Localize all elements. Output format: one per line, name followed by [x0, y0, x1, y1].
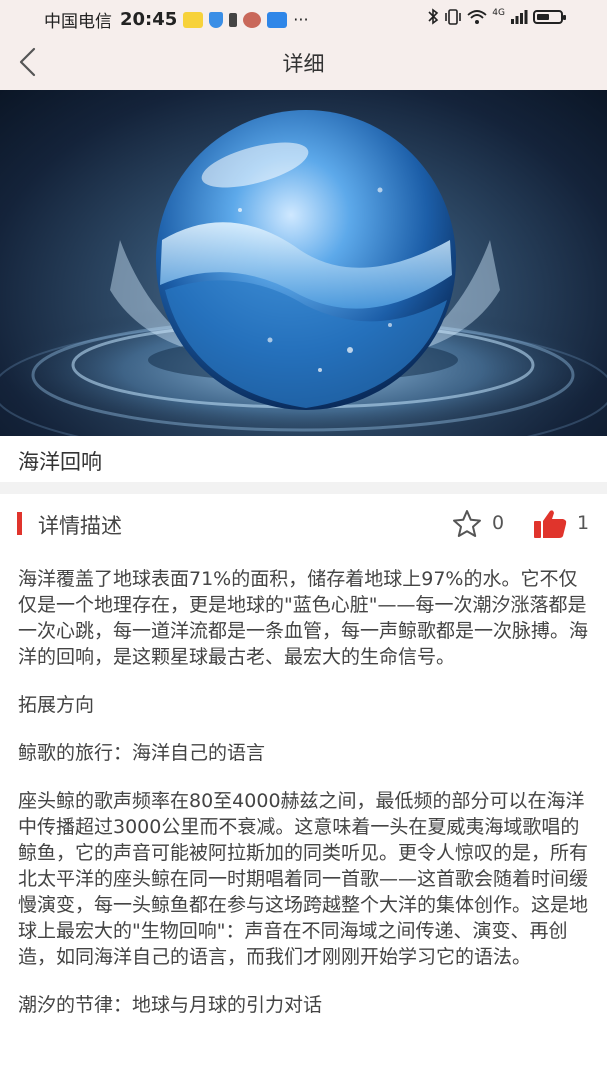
more-notifications-icon: ···	[293, 10, 309, 29]
favorite-star-icon[interactable]	[451, 508, 483, 540]
battery-icon	[533, 9, 566, 24]
clock: 20:45	[120, 9, 178, 30]
page-title: 详细	[282, 52, 325, 76]
water-sphere-illustration	[0, 110, 607, 436]
wifi-icon	[467, 9, 487, 24]
status-bar: 中国电信 20:45 ··· 4G	[0, 0, 607, 34]
shield-icon	[209, 11, 224, 28]
details-section-header: 详情描述 0 1	[0, 500, 607, 546]
network-type-label: 4G	[492, 7, 505, 18]
battery-alert-icon	[229, 12, 238, 27]
section-title: 详情描述	[38, 514, 122, 538]
section-accent-bar	[17, 512, 22, 535]
bluetooth-icon	[428, 8, 439, 25]
paragraph: 海洋覆盖了地球表面71%的面积，储存着地球上97%的水。它不仅仅是一个地理存在，…	[18, 568, 589, 668]
favorite-count: 0	[492, 512, 505, 534]
carrier-label: 中国电信	[44, 12, 112, 32]
description-content: 海洋覆盖了地球表面71%的面积，储存着地球上97%的水。它不仅仅是一个地理存在，…	[18, 566, 593, 1040]
paragraph: 座头鲸的歌声频率在80至4000赫兹之间，最低频的部分可以在海洋中传播超过300…	[18, 790, 589, 968]
paragraph: 拓展方向	[18, 694, 95, 716]
signal-icon	[511, 10, 528, 24]
paragraph: 鲸歌的旅行：海洋自己的语言	[18, 742, 266, 764]
paragraph: 潮汐的节律：地球与月球的引力对话	[18, 994, 323, 1016]
vibrate-icon	[445, 8, 462, 25]
thumbs-up-icon[interactable]	[532, 508, 568, 540]
cloud-icon	[267, 11, 288, 28]
app-notification-icon	[183, 11, 204, 28]
like-count: 1	[577, 512, 590, 534]
navigation-bar: 详细	[0, 34, 607, 90]
avatar-notification-icon	[243, 11, 262, 28]
hero-image	[0, 90, 607, 436]
item-title-bar: 海洋回响	[0, 436, 607, 482]
item-title: 海洋回响	[18, 450, 102, 474]
section-divider	[0, 482, 607, 494]
